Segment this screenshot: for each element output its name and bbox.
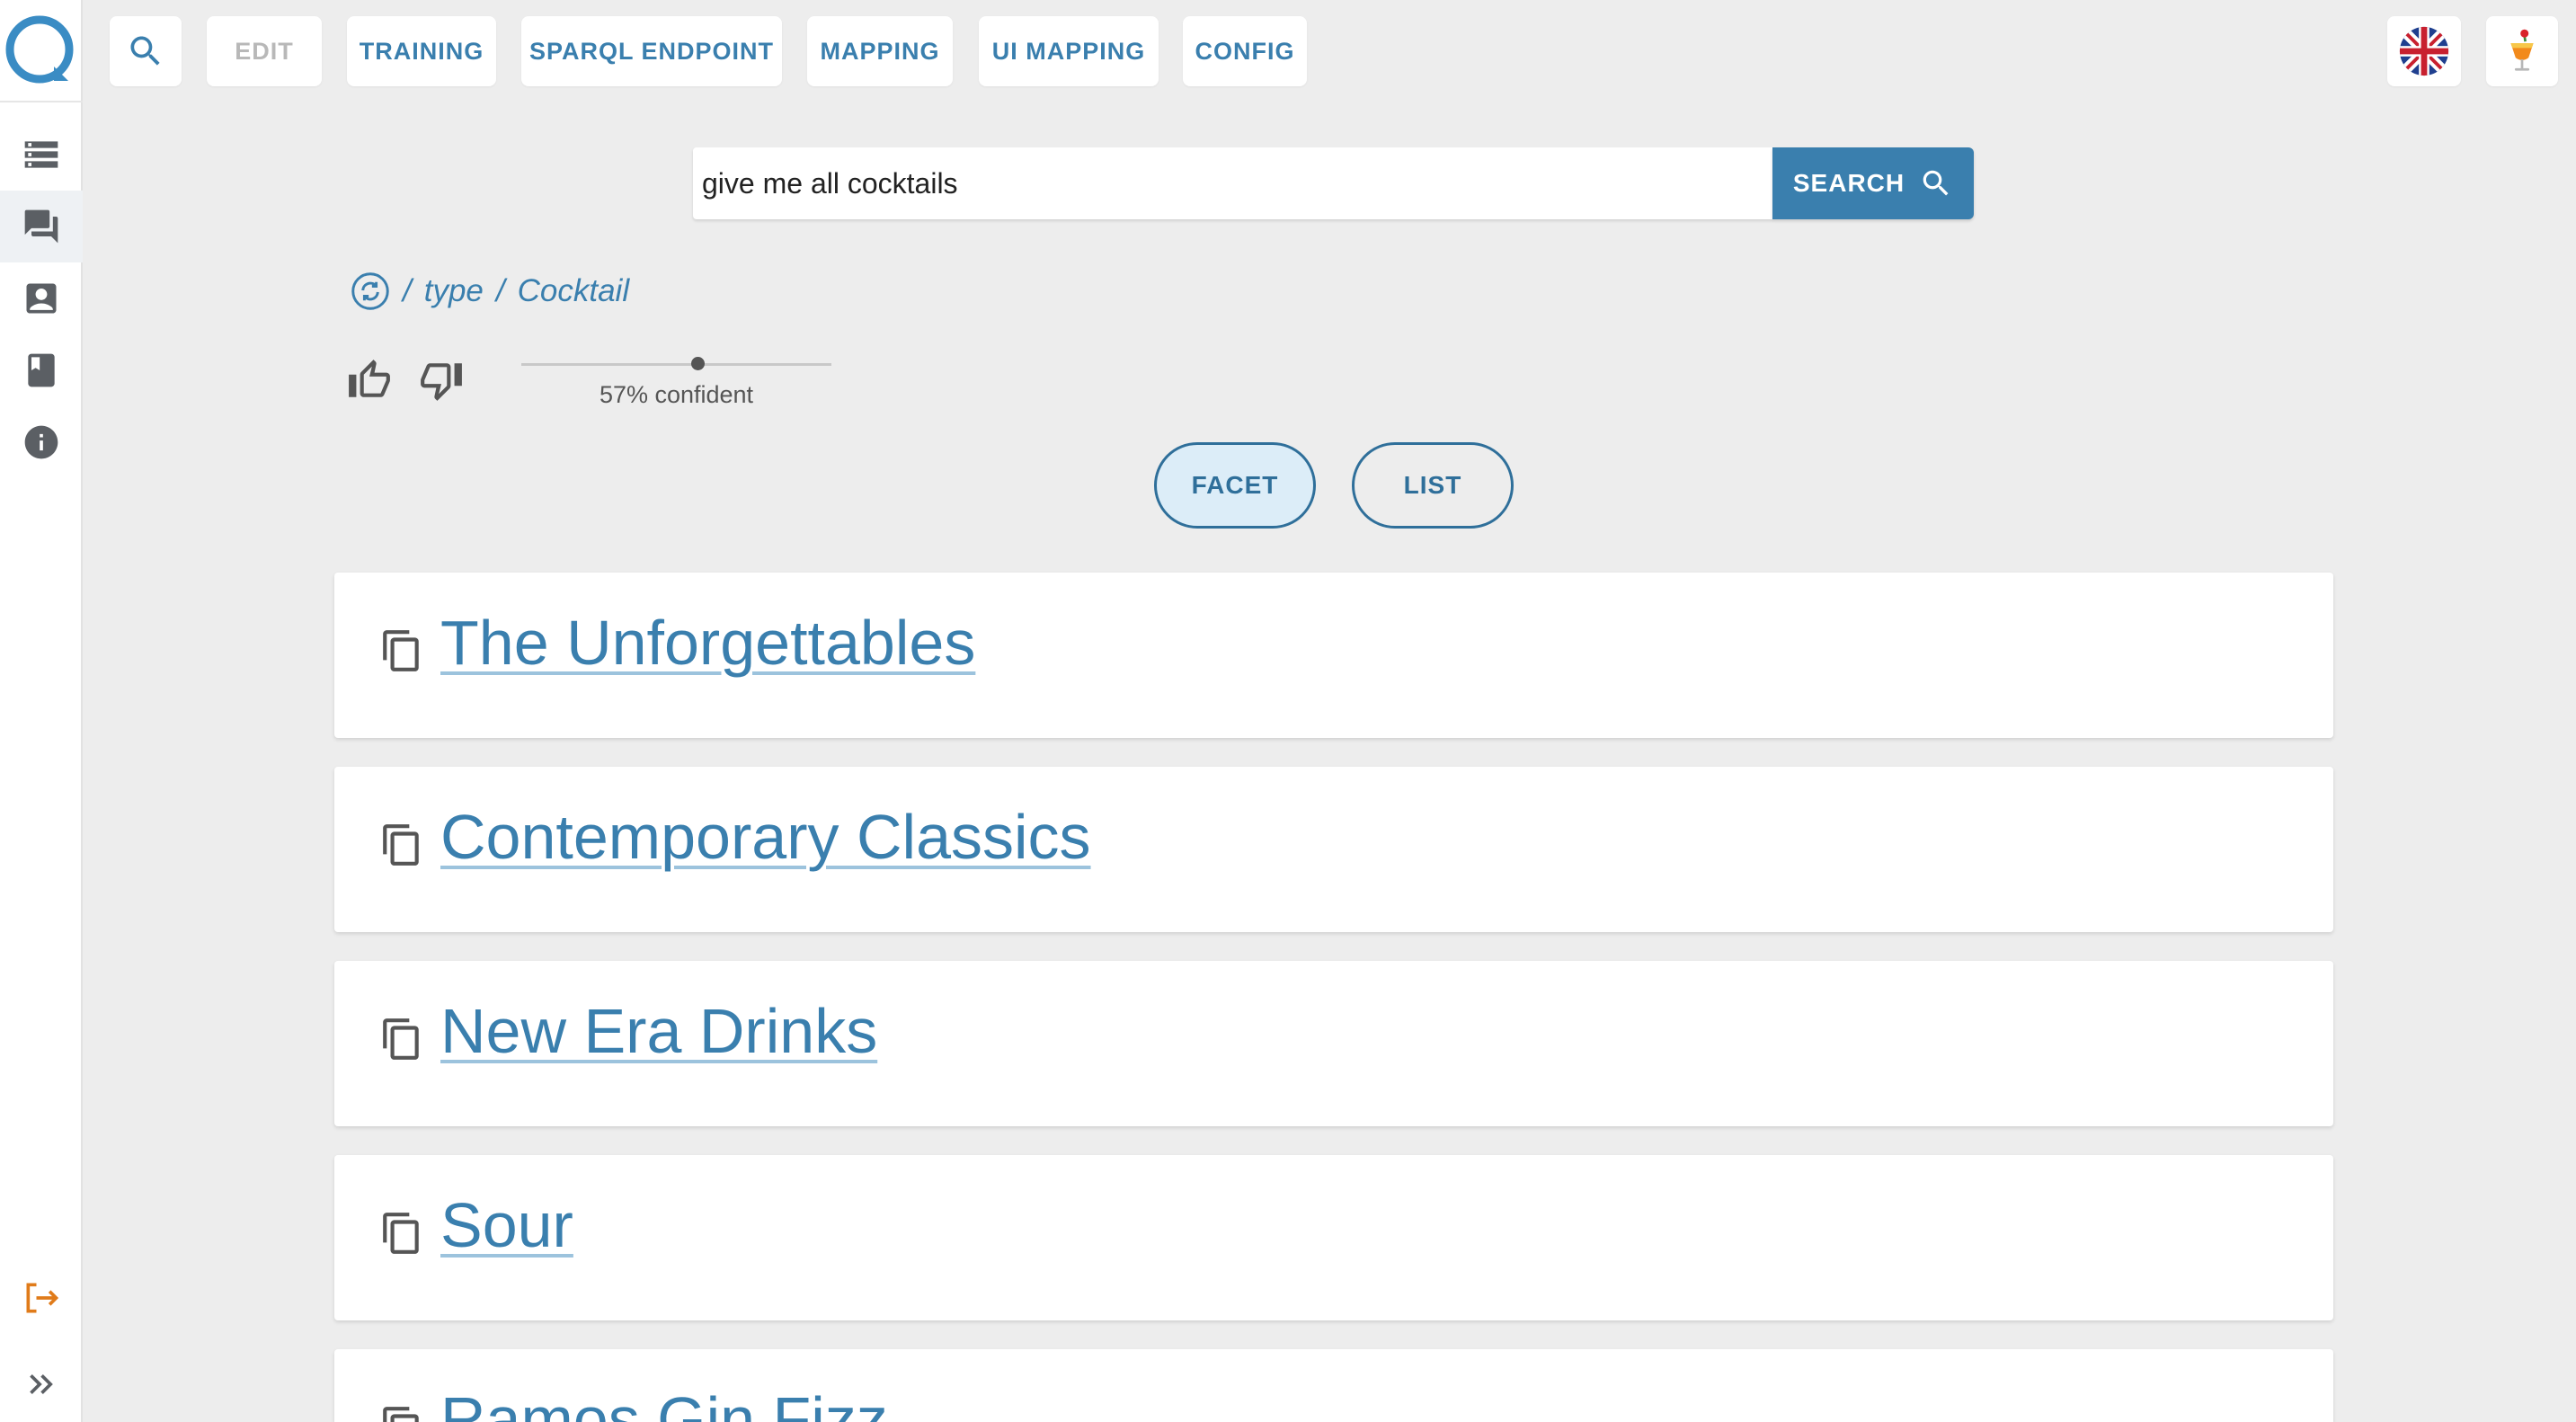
expand-sidebar-button[interactable] xyxy=(0,1348,83,1420)
result-card: Sour xyxy=(334,1155,2333,1320)
copy-button[interactable] xyxy=(379,822,424,867)
info-icon xyxy=(24,425,58,459)
result-title-link[interactable]: Sour xyxy=(440,1189,573,1261)
facet-view-button[interactable]: FACET xyxy=(1154,442,1316,529)
sidebar-divider xyxy=(0,101,83,102)
thumbs-up-icon xyxy=(349,360,390,397)
ui-mapping-button[interactable]: UI MAPPING xyxy=(979,16,1159,86)
config-button[interactable]: CONFIG xyxy=(1183,16,1307,86)
result-title-link[interactable]: The Unforgettables xyxy=(440,607,975,679)
sparql-endpoint-button[interactable]: SPARQL ENDPOINT xyxy=(521,16,782,86)
sidebar xyxy=(0,0,83,1422)
confidence-slider-track xyxy=(521,363,831,366)
thumbs-up-button[interactable] xyxy=(347,358,392,403)
copy-button[interactable] xyxy=(379,1211,424,1256)
chat-icon xyxy=(24,209,58,244)
path-class[interactable]: Cocktail xyxy=(518,273,629,309)
result-card: The Unforgettables xyxy=(334,573,2333,738)
copy-button[interactable] xyxy=(379,1405,424,1422)
copy-button[interactable] xyxy=(379,1017,424,1062)
training-button[interactable]: TRAINING xyxy=(347,16,496,86)
list-view-button[interactable]: LIST xyxy=(1352,442,1514,529)
sync-icon[interactable] xyxy=(351,271,390,311)
path-separator: / xyxy=(403,273,412,308)
storage-icon xyxy=(24,141,58,168)
search-nav-button[interactable] xyxy=(110,16,182,86)
logout-button[interactable] xyxy=(0,1262,83,1334)
copy-icon xyxy=(383,1407,419,1422)
sidebar-item-info[interactable] xyxy=(0,406,83,478)
search-icon xyxy=(130,36,160,66)
contact-icon xyxy=(26,283,57,314)
search-input[interactable] xyxy=(693,147,1772,219)
result-title-link[interactable]: New Era Drinks xyxy=(440,995,877,1067)
result-title-link[interactable]: Ramos Gin Fizz xyxy=(440,1383,888,1422)
mapping-button[interactable]: MAPPING xyxy=(807,16,953,86)
result-card: Contemporary Classics xyxy=(334,767,2333,932)
cocktail-icon xyxy=(2510,29,2534,71)
thumbs-down-icon xyxy=(421,363,462,401)
result-card: Ramos Gin Fizz xyxy=(334,1349,2333,1422)
copy-button[interactable] xyxy=(379,628,424,673)
sidebar-item-contact[interactable] xyxy=(0,262,83,334)
uk-flag-icon xyxy=(2399,26,2449,76)
confidence-slider-thumb xyxy=(691,357,706,370)
copy-icon xyxy=(383,824,419,866)
sidebar-item-storage[interactable] xyxy=(0,119,83,191)
logout-icon xyxy=(26,1283,59,1313)
search-field[interactable] xyxy=(693,147,1772,219)
language-selector[interactable] xyxy=(2387,16,2461,86)
search-button-label: SEARCH xyxy=(1792,169,1905,197)
edit-button[interactable]: EDIT xyxy=(207,16,322,86)
copy-icon xyxy=(383,1213,419,1254)
expand-icon xyxy=(30,1374,53,1394)
search-button[interactable]: SEARCH xyxy=(1772,147,1974,219)
confidence-label: 57% confident xyxy=(599,381,754,408)
copy-icon xyxy=(383,1018,419,1060)
search-icon xyxy=(1923,170,1949,196)
query-path: / type / Cocktail xyxy=(351,270,629,313)
sidebar-item-book[interactable] xyxy=(0,334,83,406)
sidebar-item-chat[interactable] xyxy=(0,191,83,262)
path-predicate[interactable]: type xyxy=(424,273,484,309)
thumbs-down-button[interactable] xyxy=(419,358,464,403)
path-separator: / xyxy=(495,273,505,308)
copy-icon xyxy=(383,630,419,671)
result-card: New Era Drinks xyxy=(334,961,2333,1126)
book-icon xyxy=(28,353,55,387)
dataset-selector[interactable] xyxy=(2486,16,2558,86)
app-logo[interactable] xyxy=(2,13,76,86)
result-title-link[interactable]: Contemporary Classics xyxy=(440,801,1091,873)
